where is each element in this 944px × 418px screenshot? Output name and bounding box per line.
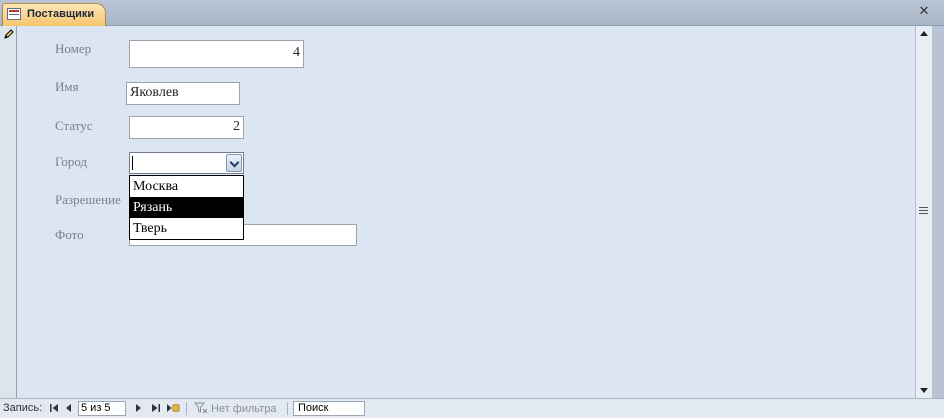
new-record-icon[interactable] [166, 402, 180, 414]
gorod-combobox[interactable] [129, 152, 244, 174]
record-label: Запись: [3, 402, 43, 414]
label-status: Статус [55, 118, 93, 133]
tab-postavshchiki[interactable]: Поставщики [2, 3, 106, 26]
scroll-up-icon[interactable] [916, 26, 932, 42]
option-moskva[interactable]: Москва [130, 176, 243, 197]
label-foto: Фото [55, 227, 84, 242]
close-icon[interactable]: ✕ [916, 4, 932, 20]
previous-record-icon[interactable] [64, 402, 75, 414]
last-record-icon[interactable] [150, 402, 161, 414]
scroll-down-icon[interactable] [916, 382, 932, 398]
option-ryazan[interactable]: Рязань [130, 197, 243, 218]
chevron-down-icon[interactable] [226, 154, 242, 172]
label-imya: Имя [55, 79, 79, 94]
pencil-icon [4, 29, 14, 39]
tab-label: Поставщики [27, 8, 95, 20]
vertical-scrollbar[interactable] [915, 26, 932, 398]
record-selector[interactable] [0, 26, 17, 398]
filter-label: Нет фильтра [211, 403, 277, 415]
status-field[interactable]: 2 [129, 116, 244, 139]
gorod-dropdown-list: Москва Рязань Тверь [129, 175, 244, 240]
window-edge [932, 26, 944, 398]
first-record-icon[interactable] [49, 402, 60, 414]
label-nomer: Номер [55, 41, 92, 56]
document-tab-bar: Поставщики ✕ [0, 0, 944, 26]
option-tver[interactable]: Тверь [130, 218, 243, 239]
search-input[interactable]: Поиск [293, 401, 365, 416]
nomer-field[interactable]: 4 [129, 40, 304, 68]
next-record-icon[interactable] [133, 402, 144, 414]
filter-status-button[interactable]: Нет фильтра [194, 402, 277, 415]
imya-field[interactable]: Яковлев [126, 82, 240, 105]
text-caret [132, 156, 133, 170]
nav-separator [287, 402, 288, 415]
nav-separator [186, 402, 187, 415]
form-detail: Номер 4 Имя Яковлев Статус 2 Город Разре… [17, 26, 915, 398]
label-razreshenie: Разрешение [55, 192, 121, 207]
scroll-grip[interactable] [919, 207, 928, 214]
label-gorod: Город [55, 154, 88, 169]
form-icon [7, 8, 21, 20]
record-position-input[interactable]: 5 из 5 [78, 401, 126, 416]
filter-icon [194, 402, 208, 414]
record-navigation-bar: Запись: 5 из 5 Нет фильтра Поиск [0, 398, 944, 418]
